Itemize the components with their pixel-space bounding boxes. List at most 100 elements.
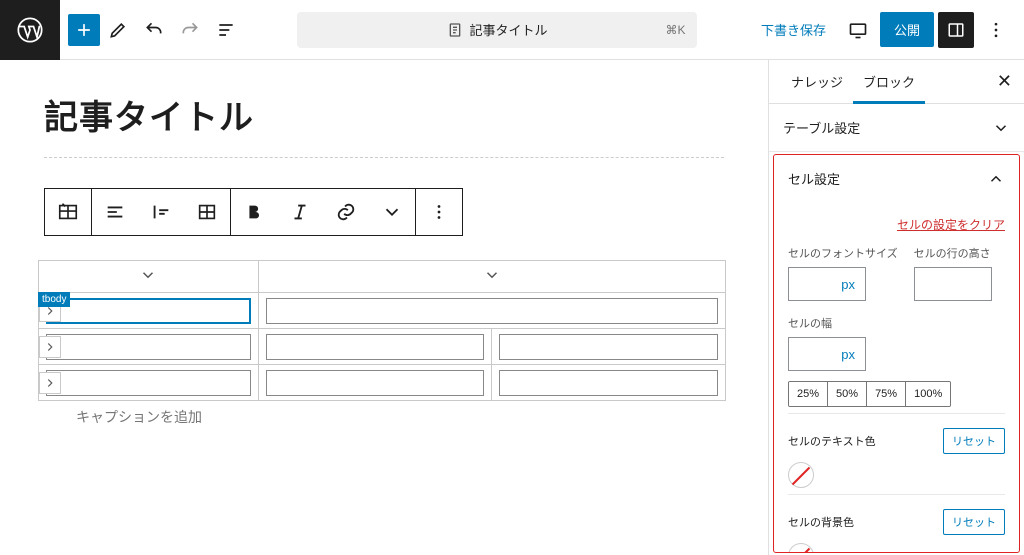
workspace: 記事タイトル (0, 60, 1024, 555)
chevron-down-icon (381, 201, 403, 223)
plus-icon (74, 20, 94, 40)
pct-75-button[interactable]: 75% (867, 382, 906, 406)
more-vertical-icon (986, 20, 1006, 40)
more-options-button[interactable] (978, 12, 1014, 48)
desktop-icon (848, 20, 868, 40)
valign-icon (150, 201, 172, 223)
redo-icon (180, 20, 200, 40)
pct-25-button[interactable]: 25% (789, 382, 828, 406)
col-header[interactable] (39, 261, 259, 293)
table-row: tbody (39, 293, 726, 329)
text-color-swatch[interactable] (788, 462, 814, 488)
bg-color-swatch[interactable] (788, 543, 814, 553)
table-cell[interactable] (39, 329, 259, 365)
tbody-tag: tbody (38, 292, 70, 307)
font-size-input[interactable]: px (788, 267, 866, 301)
pct-50-button[interactable]: 50% (828, 382, 867, 406)
clear-cell-settings-link[interactable]: セルの設定をクリア (788, 216, 1005, 233)
wordpress-icon (16, 16, 44, 44)
chevron-down-icon (992, 119, 1010, 137)
post-title[interactable]: 記事タイトル (44, 90, 740, 139)
row-handle[interactable] (39, 336, 61, 358)
width-label: セルの幅 (788, 315, 1005, 331)
top-toolbar: 記事タイトル ⌘K 下書き保存 公開 (0, 0, 1024, 60)
publish-button[interactable]: 公開 (880, 12, 934, 47)
add-block-button[interactable] (68, 14, 100, 46)
block-more-button[interactable] (416, 189, 462, 235)
table-header-row (39, 261, 726, 293)
document-outline-button[interactable] (208, 12, 244, 48)
bold-icon (243, 201, 265, 223)
table-cell[interactable] (492, 365, 726, 401)
edit-mode-button[interactable] (100, 12, 136, 48)
settings-panel-toggle[interactable] (938, 12, 974, 48)
link-button[interactable] (323, 189, 369, 235)
settings-sidebar: ナレッジ ブロック ✕ テーブル設定 セル設定 セルの設定をクリア セルのフォン… (768, 60, 1024, 555)
table-cell[interactable] (39, 365, 259, 401)
redo-button[interactable] (172, 12, 208, 48)
panel-head-cell-settings[interactable]: セル設定 (774, 155, 1019, 202)
table-cell-selected[interactable]: tbody (39, 293, 259, 329)
editor-canvas[interactable]: 記事タイトル (0, 60, 768, 555)
table-cell[interactable] (492, 329, 726, 365)
line-height-label: セルの行の高さ (914, 245, 992, 261)
topbar-right-tools: 下書き保存 公開 (751, 12, 1024, 48)
table-cell[interactable] (258, 365, 492, 401)
line-height-input[interactable] (914, 267, 992, 301)
edit-table-button[interactable] (184, 189, 230, 235)
reset-text-color-button[interactable]: リセット (943, 428, 1005, 454)
align-button[interactable] (92, 189, 138, 235)
list-icon (216, 20, 236, 40)
document-title-bar: 記事タイトル ⌘K (244, 12, 751, 48)
reset-bg-color-button[interactable]: リセット (943, 509, 1005, 535)
shortcut-hint: ⌘K (665, 23, 685, 37)
close-sidebar-button[interactable]: ✕ (997, 71, 1012, 92)
table-block[interactable]: tbody (38, 260, 740, 427)
divider (44, 157, 724, 158)
font-size-label: セルのフォントサイズ (788, 245, 898, 261)
chevron-right-icon (43, 340, 57, 354)
text-color-label: セルのテキスト色 (788, 433, 876, 449)
wordpress-logo[interactable] (0, 0, 60, 60)
row-handle[interactable] (39, 372, 61, 394)
italic-icon (289, 201, 311, 223)
save-draft-button[interactable]: 下書き保存 (751, 20, 836, 39)
panel-head-table-settings[interactable]: テーブル設定 (769, 104, 1024, 151)
tab-block[interactable]: ブロック (853, 60, 925, 104)
table-row (39, 365, 726, 401)
sidebar-icon (947, 21, 965, 39)
table-cell[interactable] (258, 329, 492, 365)
align-icon (104, 201, 126, 223)
cell-settings-body: セルの設定をクリア セルのフォントサイズ px セルの行の高さ セルの幅 px (774, 202, 1019, 553)
bg-color-label: セルの背景色 (788, 514, 854, 530)
tab-knowledge[interactable]: ナレッジ (781, 60, 853, 104)
page-icon (447, 22, 463, 38)
chevron-right-icon (43, 376, 57, 390)
width-percent-presets: 25% 50% 75% 100% (788, 381, 951, 407)
document-title-pill[interactable]: 記事タイトル ⌘K (297, 12, 697, 48)
chevron-down-icon (483, 266, 501, 284)
panel-title: テーブル設定 (783, 118, 860, 137)
sidebar-tabs: ナレッジ ブロック ✕ (769, 60, 1024, 104)
more-format-button[interactable] (369, 189, 415, 235)
undo-icon (144, 20, 164, 40)
preview-button[interactable] (840, 12, 876, 48)
panel-table-settings: テーブル設定 (769, 104, 1024, 152)
more-vertical-icon (428, 201, 450, 223)
pencil-icon (108, 20, 128, 40)
table-caption-input[interactable]: キャプションを追加 (76, 407, 740, 427)
cell-settings-highlight: セル設定 セルの設定をクリア セルのフォントサイズ px セルの行の高さ (773, 154, 1020, 553)
bold-button[interactable] (231, 189, 277, 235)
pct-100-button[interactable]: 100% (906, 382, 950, 406)
chevron-down-icon (139, 266, 157, 284)
block-type-button[interactable] (45, 189, 91, 235)
vertical-align-button[interactable] (138, 189, 184, 235)
col-header[interactable] (258, 261, 725, 293)
table-block-icon (57, 201, 79, 223)
undo-button[interactable] (136, 12, 172, 48)
block-toolbar (44, 188, 463, 236)
chevron-up-icon (987, 170, 1005, 188)
table-cell[interactable] (258, 293, 725, 329)
width-input[interactable]: px (788, 337, 866, 371)
italic-button[interactable] (277, 189, 323, 235)
